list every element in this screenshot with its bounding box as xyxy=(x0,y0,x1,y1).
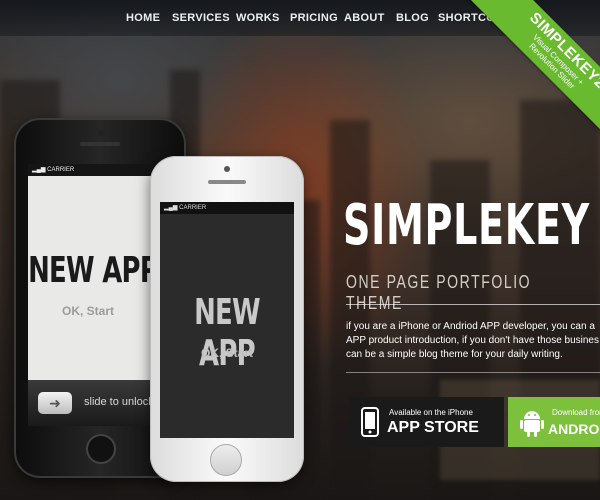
nav-blog[interactable]: BLOG xyxy=(396,12,429,24)
phone-subline: OK, Start xyxy=(200,346,253,360)
slide-to-unlock-label: slide to unlock xyxy=(84,396,154,408)
app-store-caption: Available on the iPhone xyxy=(389,408,473,417)
app-store-button[interactable]: Available on the iPhone APP STORE xyxy=(349,397,504,447)
nav-services[interactable]: SERVICES xyxy=(172,12,230,24)
divider xyxy=(346,372,600,373)
signal-icon: ▂▄▆ xyxy=(32,167,48,173)
nav-works[interactable]: WORKS xyxy=(236,12,280,24)
carrier-label: CARRIER xyxy=(179,205,207,211)
android-button[interactable]: Download from ANDROID xyxy=(508,397,600,447)
hero-description: if you are a iPhone or Andriod APP devel… xyxy=(346,321,599,360)
promo-ribbon[interactable]: SIMPLEKEY2 Visual Composer + Revolution … xyxy=(460,0,600,140)
phone-camera xyxy=(98,130,104,136)
phone-speaker xyxy=(80,142,120,146)
nav-home[interactable]: HOME xyxy=(126,12,160,24)
carrier-label: CARRIER xyxy=(47,167,75,173)
android-label: ANDROID xyxy=(548,421,600,437)
home-button xyxy=(86,434,116,464)
phone-camera xyxy=(224,166,230,172)
ribbon-title: SIMPLEKEY2 xyxy=(526,9,600,92)
app-store-label: APP STORE xyxy=(387,419,479,436)
ribbon-band: SIMPLEKEY2 Visual Composer + Revolution … xyxy=(460,0,600,140)
android-icon xyxy=(520,411,544,437)
phone-speaker xyxy=(208,180,246,184)
white-phone-mockup: ▂▄▆ CARRIER NEW APP OK, Start xyxy=(150,156,304,482)
white-phone-screen: ▂▄▆ CARRIER NEW APP OK, Start xyxy=(160,202,294,438)
hero-subtitle: ONE PAGE PORTFOLIO THEME xyxy=(346,272,532,313)
iphone-icon xyxy=(361,407,379,437)
nav-pricing[interactable]: PRICING xyxy=(290,12,338,24)
arrow-right-icon[interactable]: ➜ xyxy=(38,392,72,414)
signal-icon: ▂▄▆ xyxy=(164,205,180,211)
status-bar: ▂▄▆ CARRIER xyxy=(160,202,294,214)
phone-headline: NEW APP xyxy=(194,292,261,374)
android-caption: Download from xyxy=(552,408,600,417)
divider xyxy=(346,304,600,305)
hero-title: SIMPLEKEY xyxy=(343,193,590,258)
nav-about[interactable]: ABOUT xyxy=(344,12,385,24)
home-button xyxy=(210,444,242,476)
